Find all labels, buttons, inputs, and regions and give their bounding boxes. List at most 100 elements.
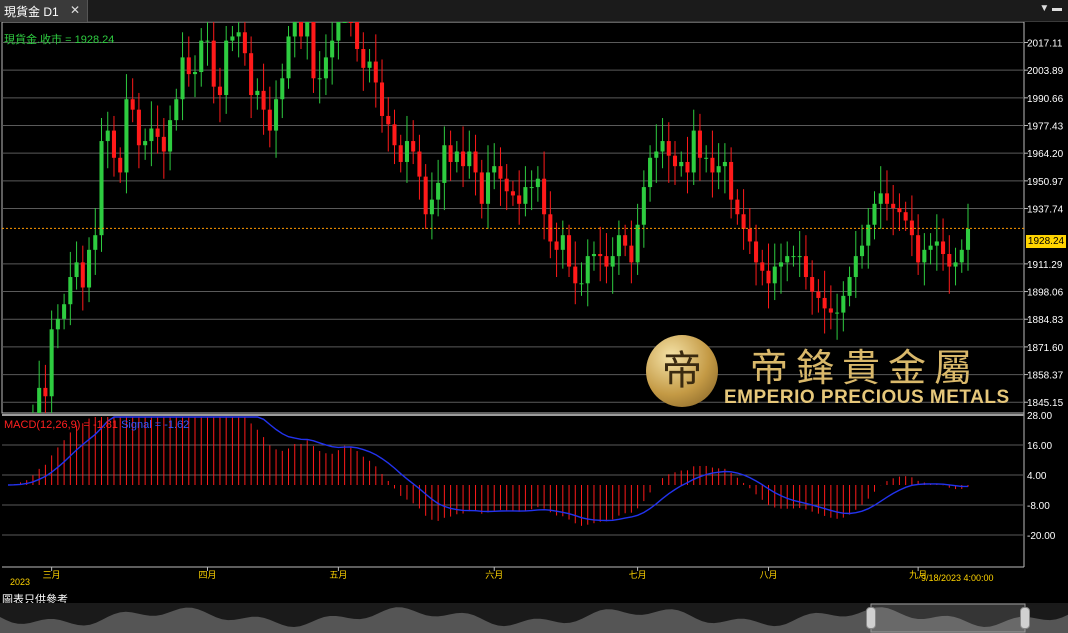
candle-body: [697, 130, 702, 158]
candle-body: [323, 57, 328, 79]
price-tick-label: 1898.06: [1027, 288, 1064, 299]
candle-body: [267, 109, 272, 131]
candle-body: [959, 249, 964, 263]
macd-value: MACD(12,26,9) = -1.81: [4, 419, 119, 431]
candle-body: [641, 187, 646, 225]
candle-body: [261, 90, 266, 110]
candle-body: [205, 40, 210, 42]
candle-body: [404, 141, 409, 162]
candle-body: [916, 235, 921, 263]
candle-body: [62, 304, 67, 319]
candle-body: [336, 22, 341, 41]
cursor-datestamp: 9/18/2023 4:00:00: [921, 573, 994, 583]
candle-body: [766, 270, 771, 284]
candle-body: [429, 199, 434, 215]
candle-body: [585, 256, 590, 284]
candle-body: [199, 40, 204, 73]
candle-body: [87, 249, 92, 288]
candle-body: [305, 22, 310, 37]
candle-body: [610, 256, 615, 267]
close-icon[interactable]: ✕: [68, 3, 82, 17]
month-label: 三月: [43, 570, 61, 580]
price-tick-label: 2003.89: [1027, 66, 1064, 77]
emperio-watermark-logo: 帝 帝鋒貴金屬 EMPERIO PRECIOUS METALS: [646, 333, 1026, 413]
price-chart[interactable]: 2017.11 2003.89 1990.66 1977.43 1964.20 1950.…: [0, 22, 1068, 603]
candle-body: [392, 124, 397, 146]
chart-scroller[interactable]: [0, 603, 1068, 633]
candle-body: [136, 109, 141, 146]
candle-body: [523, 187, 528, 204]
current-price-tag: 1928.24: [1026, 235, 1066, 248]
emblem-glyph: 帝: [662, 348, 702, 394]
candle-body: [485, 172, 491, 204]
candle-body: [255, 90, 260, 96]
candle-body: [623, 235, 628, 246]
candle-body: [143, 141, 148, 146]
candle-body: [729, 161, 734, 200]
candle-body: [816, 291, 821, 298]
candle-body: [454, 151, 459, 162]
price-tick-label: 1950.97: [1027, 177, 1064, 188]
macd-tick-label: 16.00: [1027, 441, 1052, 452]
candle-body: [74, 262, 79, 278]
candle-body: [810, 277, 815, 292]
scroller-left-handle[interactable]: [866, 607, 876, 629]
candle-body: [822, 297, 827, 309]
scroller-window: [870, 603, 1026, 633]
candle-body: [828, 308, 833, 313]
month-label: 五月: [329, 570, 347, 580]
window-controls-icon[interactable]: ▼ ▬: [1039, 3, 1062, 14]
candle-body: [735, 199, 740, 215]
candle-body: [105, 130, 110, 142]
candle-body: [567, 235, 572, 267]
candle-body: [704, 157, 709, 159]
candle-body: [660, 141, 665, 152]
candle-body: [716, 166, 721, 173]
candle-body: [249, 53, 254, 96]
candle-body: [361, 49, 366, 68]
candle-body: [941, 241, 946, 255]
candle-body: [498, 166, 503, 179]
candle-body: [280, 78, 285, 100]
candle-body: [897, 207, 902, 213]
price-tick-label: 1964.20: [1027, 149, 1064, 160]
macd-tick-label: 4.00: [1027, 471, 1047, 482]
candle-body: [49, 329, 54, 397]
candle-body: [710, 157, 715, 173]
candle-body: [398, 145, 403, 162]
candle-body: [510, 191, 515, 196]
candle-body: [772, 266, 777, 284]
candle-body: [461, 151, 466, 167]
candle-body: [965, 228, 971, 250]
tab-spot-gold-d1[interactable]: 現貨金 D1 ✕: [0, 0, 88, 22]
candle-body: [635, 224, 640, 263]
candle-body: [380, 82, 385, 116]
candle-body: [648, 157, 653, 188]
candle-body: [161, 136, 166, 152]
candle-body: [55, 318, 60, 330]
candle-body: [517, 195, 522, 204]
candle-body: [411, 141, 416, 152]
tab-title: 現貨金 D1: [4, 4, 59, 19]
candle-body: [691, 130, 696, 173]
candle-body: [654, 151, 659, 158]
candle-body: [298, 22, 304, 37]
main-chart-title: 現貨金.收市 = 1928.24: [4, 34, 115, 46]
scroller-right-handle[interactable]: [1020, 607, 1030, 629]
candle-body: [224, 40, 229, 96]
candle-body: [192, 72, 198, 75]
candle-body: [448, 145, 453, 162]
candle-body: [666, 141, 671, 156]
candle-body: [797, 256, 802, 258]
price-tick-label: 2017.11: [1027, 39, 1063, 50]
candle-body: [317, 78, 322, 80]
candle-body: [866, 224, 871, 246]
candle-body: [373, 61, 378, 83]
candle-body: [149, 128, 154, 142]
candle-body: [947, 254, 952, 267]
candle-body: [442, 145, 447, 183]
candle-body: [111, 130, 116, 158]
candle-body: [785, 256, 790, 263]
price-tick-label: 1871.60: [1027, 343, 1064, 354]
candle-body: [853, 256, 858, 278]
